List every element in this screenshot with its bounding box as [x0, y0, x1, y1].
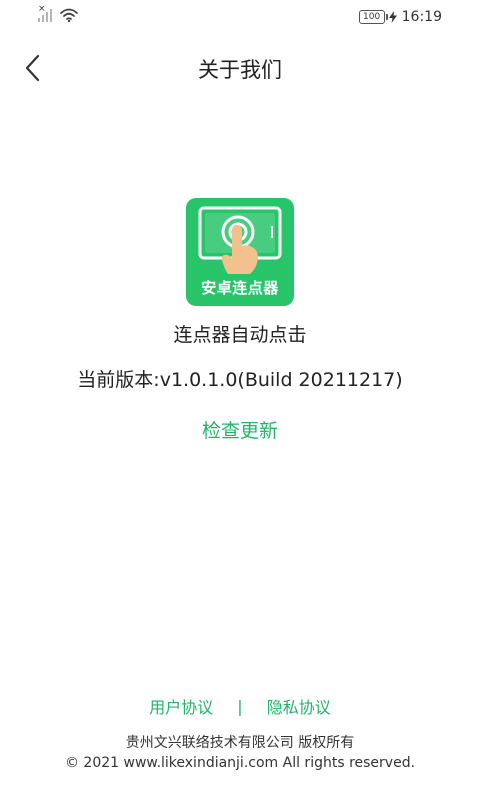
status-bar: × 100 16:19 — [0, 0, 480, 34]
copyright-text: © 2021 www.likexindianji.com All rights … — [64, 755, 416, 771]
header: 关于我们 — [0, 44, 480, 92]
company-name: 贵州文兴联络技术有限公司 版权所有 — [125, 735, 355, 751]
app-name: 连点器自动点击 — [173, 324, 307, 346]
signal-icon: × — [38, 5, 54, 22]
wifi-icon — [60, 8, 78, 22]
user-agreement-link[interactable]: 用户协议 — [149, 694, 213, 718]
footer-links: 用户协议 | 隐私协议 — [0, 694, 480, 718]
charging-icon — [388, 11, 397, 23]
app-version: 当前版本:v1.0.1.0(Build 20211217) — [77, 369, 403, 391]
footer-separator: | — [237, 696, 243, 716]
about-us-screen: × 100 16:19 关于我们 安卓连点器 连点器自动点击 当前版本:v1.0… — [0, 0, 480, 800]
page-title: 关于我们 — [198, 58, 282, 82]
logo-text: 安卓连点器 — [201, 279, 279, 297]
battery-level: 100 — [363, 12, 381, 22]
app-logo: 安卓连点器 — [186, 198, 294, 306]
privacy-policy-link[interactable]: 隐私协议 — [267, 694, 331, 718]
status-time: 16:19 — [401, 9, 442, 25]
status-right: 100 16:19 — [358, 9, 442, 25]
check-update-link[interactable]: 检查更新 — [180, 416, 300, 443]
status-left: × — [38, 5, 78, 22]
battery-icon: 100 — [358, 10, 388, 24]
